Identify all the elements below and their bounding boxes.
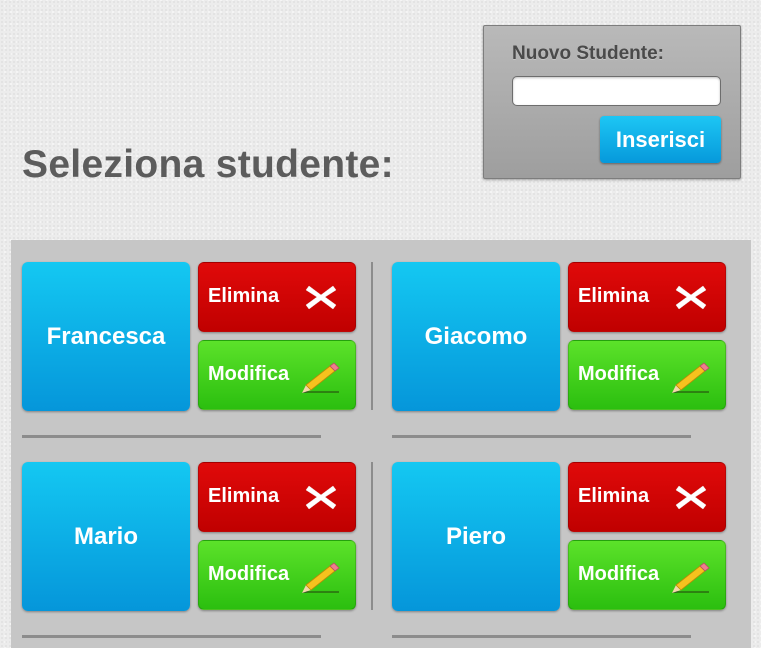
student-button[interactable]: Piero xyxy=(392,462,560,611)
delete-label: Elimina xyxy=(578,485,650,507)
new-student-input[interactable] xyxy=(512,76,721,106)
row-divider xyxy=(22,435,321,438)
delete-label: Elimina xyxy=(578,285,650,307)
x-icon xyxy=(675,285,707,310)
edit-label: Modifica xyxy=(578,363,660,385)
student-button[interactable]: Giacomo xyxy=(392,262,560,411)
delete-button[interactable]: Elimina xyxy=(198,262,356,332)
column-divider xyxy=(371,262,373,410)
row-divider xyxy=(392,635,691,638)
edit-button[interactable]: Modifica xyxy=(198,340,356,410)
pencil-icon xyxy=(672,562,710,593)
student-card: Mario Elimina Modifica xyxy=(22,440,357,615)
x-icon xyxy=(675,485,707,510)
pencil-icon xyxy=(302,362,340,393)
delete-label: Elimina xyxy=(208,285,280,307)
student-button[interactable]: Mario xyxy=(22,462,190,611)
delete-button[interactable]: Elimina xyxy=(568,462,726,532)
edit-button[interactable]: Modifica xyxy=(198,540,356,610)
x-icon xyxy=(305,285,337,310)
student-card: Francesca Elimina Modifica xyxy=(22,240,357,415)
edit-button[interactable]: Modifica xyxy=(568,540,726,610)
pencil-icon xyxy=(672,362,710,393)
edit-button[interactable]: Modifica xyxy=(568,340,726,410)
edit-label: Modifica xyxy=(578,563,660,585)
page-title: Seleziona studente: xyxy=(22,143,394,186)
student-grid: Francesca Elimina Modifica Giacomo Elimi… xyxy=(11,240,751,648)
delete-button[interactable]: Elimina xyxy=(198,462,356,532)
student-button[interactable]: Francesca xyxy=(22,262,190,411)
new-student-panel: Nuovo Studente: Inserisci xyxy=(483,25,741,179)
student-card: Piero Elimina Modifica xyxy=(392,440,727,615)
delete-label: Elimina xyxy=(208,485,280,507)
pencil-icon xyxy=(302,562,340,593)
row-divider xyxy=(392,435,691,438)
column-divider xyxy=(371,462,373,610)
x-icon xyxy=(305,485,337,510)
new-student-label: Nuovo Studente: xyxy=(512,43,664,64)
insert-button[interactable]: Inserisci xyxy=(600,116,721,163)
edit-label: Modifica xyxy=(208,563,290,585)
delete-button[interactable]: Elimina xyxy=(568,262,726,332)
student-card: Giacomo Elimina Modifica xyxy=(392,240,727,415)
edit-label: Modifica xyxy=(208,363,290,385)
row-divider xyxy=(22,635,321,638)
